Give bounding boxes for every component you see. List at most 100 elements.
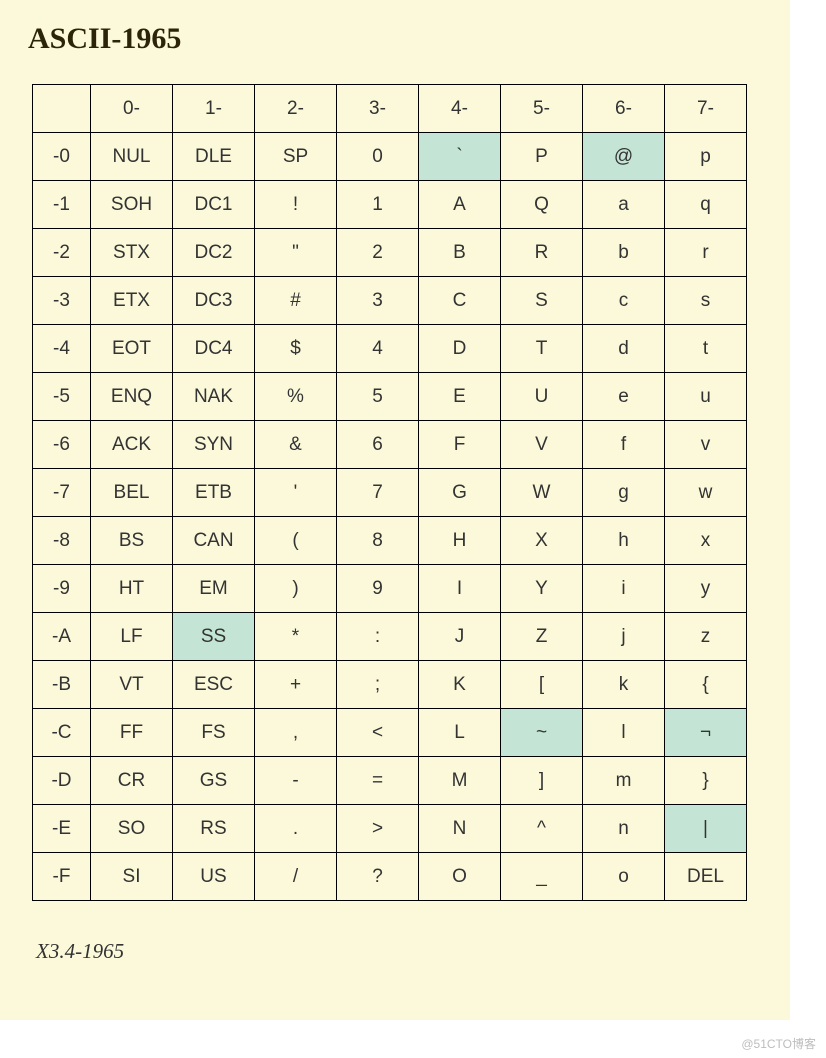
cell: R (501, 229, 583, 277)
row-header: -E (33, 805, 91, 853)
row-header: -5 (33, 373, 91, 421)
cell: EOT (91, 325, 173, 373)
cell-highlighted: ~ (501, 709, 583, 757)
cell: V (501, 421, 583, 469)
cell: US (173, 853, 255, 901)
ascii-table: 0- 1- 2- 3- 4- 5- 6- 7- -0 NUL DLE SP 0 … (32, 84, 747, 901)
cell: STX (91, 229, 173, 277)
cell: { (665, 661, 747, 709)
cell: DC1 (173, 181, 255, 229)
row-header: -B (33, 661, 91, 709)
table-caption: X3.4-1965 (36, 939, 790, 964)
table-row: -7 BEL ETB ' 7 G W g w (33, 469, 747, 517)
cell: CAN (173, 517, 255, 565)
table-row: -B VT ESC + ; K [ k { (33, 661, 747, 709)
cell: D (419, 325, 501, 373)
cell: # (255, 277, 337, 325)
cell: n (583, 805, 665, 853)
cell: DEL (665, 853, 747, 901)
cell: a (583, 181, 665, 229)
cell: 4 (337, 325, 419, 373)
cell: G (419, 469, 501, 517)
cell: EM (173, 565, 255, 613)
row-header: -0 (33, 133, 91, 181)
cell: X (501, 517, 583, 565)
cell: o (583, 853, 665, 901)
table-row: -2 STX DC2 " 2 B R b r (33, 229, 747, 277)
cell: O (419, 853, 501, 901)
cell: m (583, 757, 665, 805)
cell: ! (255, 181, 337, 229)
row-header: -C (33, 709, 91, 757)
cell: F (419, 421, 501, 469)
cell: t (665, 325, 747, 373)
page: ASCII-1965 0- 1- 2- 3- 4- 5- 6- 7- -0 NU… (0, 0, 790, 1020)
cell: Z (501, 613, 583, 661)
cell: W (501, 469, 583, 517)
table-row: -4 EOT DC4 $ 4 D T d t (33, 325, 747, 373)
corner-cell (33, 85, 91, 133)
cell: P (501, 133, 583, 181)
cell: S (501, 277, 583, 325)
cell: u (665, 373, 747, 421)
cell: 7 (337, 469, 419, 517)
row-header: -4 (33, 325, 91, 373)
col-header: 3- (337, 85, 419, 133)
cell: v (665, 421, 747, 469)
cell: U (501, 373, 583, 421)
cell: > (337, 805, 419, 853)
cell: SO (91, 805, 173, 853)
watermark: @51CTO博客 (741, 1035, 816, 1052)
cell: DC3 (173, 277, 255, 325)
cell: K (419, 661, 501, 709)
cell: j (583, 613, 665, 661)
cell: d (583, 325, 665, 373)
table-row: -3 ETX DC3 # 3 C S c s (33, 277, 747, 325)
cell: . (255, 805, 337, 853)
col-header: 5- (501, 85, 583, 133)
cell: H (419, 517, 501, 565)
col-header: 2- (255, 85, 337, 133)
row-header: -2 (33, 229, 91, 277)
cell: ETB (173, 469, 255, 517)
row-header: -8 (33, 517, 91, 565)
cell: ? (337, 853, 419, 901)
cell: 3 (337, 277, 419, 325)
cell: & (255, 421, 337, 469)
cell: BS (91, 517, 173, 565)
cell: SYN (173, 421, 255, 469)
cell: [ (501, 661, 583, 709)
cell: } (665, 757, 747, 805)
cell: ESC (173, 661, 255, 709)
cell: Q (501, 181, 583, 229)
cell: DLE (173, 133, 255, 181)
cell: k (583, 661, 665, 709)
cell: b (583, 229, 665, 277)
cell: $ (255, 325, 337, 373)
cell: 8 (337, 517, 419, 565)
table-row: -C FF FS , < L ~ l ¬ (33, 709, 747, 757)
cell: + (255, 661, 337, 709)
cell: _ (501, 853, 583, 901)
cell: RS (173, 805, 255, 853)
cell: SI (91, 853, 173, 901)
cell: r (665, 229, 747, 277)
cell: y (665, 565, 747, 613)
cell: J (419, 613, 501, 661)
cell-highlighted: | (665, 805, 747, 853)
cell: T (501, 325, 583, 373)
cell: ACK (91, 421, 173, 469)
cell: Y (501, 565, 583, 613)
cell: NUL (91, 133, 173, 181)
cell: I (419, 565, 501, 613)
col-header: 1- (173, 85, 255, 133)
cell: SOH (91, 181, 173, 229)
row-header: -3 (33, 277, 91, 325)
cell: 1 (337, 181, 419, 229)
table-row: -F SI US / ? O _ o DEL (33, 853, 747, 901)
cell: ENQ (91, 373, 173, 421)
cell: VT (91, 661, 173, 709)
cell: ( (255, 517, 337, 565)
table-row: -A LF SS * : J Z j z (33, 613, 747, 661)
cell: DC4 (173, 325, 255, 373)
